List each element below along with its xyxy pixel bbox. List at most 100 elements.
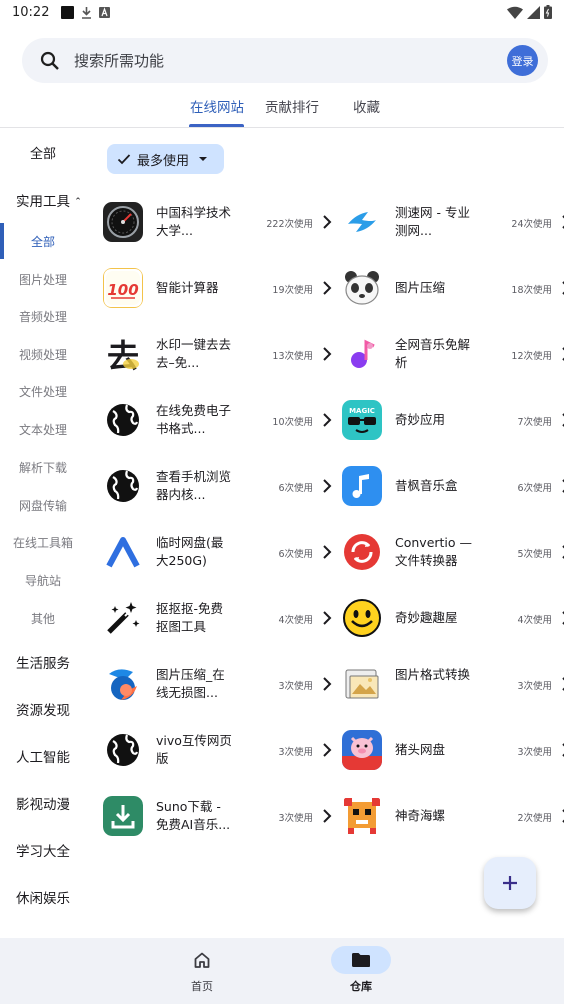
chevron-right-icon: [560, 544, 564, 560]
list-item[interactable]: vivo互传网页版 3次使用: [103, 720, 333, 780]
folder-icon: [352, 953, 370, 967]
sidebar-sub-image[interactable]: 图片处理: [0, 271, 86, 288]
watermark-icon: 去: [103, 334, 143, 374]
list-item[interactable]: 抠抠抠-免费抠图工具 4次使用: [103, 588, 333, 648]
item-name: 测速网 - 专业测网...: [395, 205, 470, 238]
item-usage-count: 3次使用: [278, 747, 313, 758]
font-status-icon: [99, 6, 111, 18]
item-usage-count: 3次使用: [278, 681, 313, 692]
search-bar[interactable]: 搜索所需功能 登录: [22, 38, 548, 83]
item-usage-count: 5次使用: [517, 549, 552, 560]
chevron-up-icon: ⌃: [74, 197, 82, 207]
list-item[interactable]: 图片压缩 18次使用: [342, 258, 564, 318]
search-input[interactable]: 搜索所需功能: [74, 50, 507, 71]
sidebar-sub-navigation[interactable]: 导航站: [0, 572, 86, 589]
tab-online-sites[interactable]: 在线网站: [190, 96, 244, 116]
item-usage-count: 4次使用: [517, 615, 552, 626]
item-usage-count: 3次使用: [517, 747, 552, 758]
item-name: 全网音乐免解析: [395, 337, 471, 370]
sidebar-sub-other[interactable]: 其他: [0, 610, 86, 627]
sidebar-sub-parse-download[interactable]: 解析下载: [0, 459, 86, 476]
chevron-right-icon: [560, 742, 564, 758]
plus-icon: [503, 876, 517, 890]
tab-favorites[interactable]: 收藏: [353, 96, 380, 116]
item-usage-count: 6次使用: [278, 549, 313, 560]
svg-text:100: 100: [107, 281, 138, 299]
chevron-right-icon: [560, 346, 564, 362]
list-item[interactable]: 昔枫音乐盒 6次使用: [342, 456, 564, 516]
list-item[interactable]: 100 智能计算器 19次使用: [103, 258, 333, 318]
item-name: 抠抠抠-免费抠图工具: [156, 601, 224, 634]
sidebar-sub-online-toolbox[interactable]: 在线工具箱: [0, 534, 86, 551]
chevron-right-icon: [560, 412, 564, 428]
list-item[interactable]: 奇妙趣趣屋 4次使用: [342, 588, 564, 648]
svg-text:MAGIC: MAGIC: [349, 407, 375, 415]
list-item[interactable]: 中国科学技术大学... 222次使用: [103, 192, 333, 252]
list-item[interactable]: 神奇海螺 2次使用: [342, 786, 564, 846]
item-name: 中国科学技术大学...: [156, 205, 232, 238]
nav-home[interactable]: 首页: [162, 946, 242, 994]
list-item[interactable]: 临时网盘(最大250G) 6次使用: [103, 522, 333, 582]
bottom-navigation: 首页 仓库: [0, 938, 564, 1004]
status-bar: 10:22: [0, 0, 564, 24]
status-time: 10:22: [12, 4, 50, 20]
sidebar-category-tools[interactable]: 实用工具 ⌃: [0, 190, 86, 210]
sidebar-sub-video[interactable]: 视频处理: [0, 346, 86, 363]
chevron-right-icon: [321, 544, 333, 560]
home-icon: [194, 952, 210, 968]
music-box-icon: [342, 466, 382, 506]
sidebar-category-video[interactable]: 影视动漫: [0, 793, 86, 813]
sidebar-category-resources[interactable]: 资源发现: [0, 699, 86, 719]
sidebar-sub-audio[interactable]: 音频处理: [0, 308, 86, 325]
item-usage-count: 12次使用: [511, 351, 552, 362]
list-item[interactable]: 猪头网盘 3次使用: [342, 720, 564, 780]
list-item[interactable]: 图片压缩_在线无损图... 3次使用: [103, 654, 333, 714]
item-usage-count: 10次使用: [272, 417, 313, 428]
nav-home-label: 首页: [191, 980, 213, 993]
list-item[interactable]: MAGIC 奇妙应用 7次使用: [342, 390, 564, 450]
sort-filter-chip[interactable]: 最多使用: [107, 144, 224, 174]
sidebar-sub-cloud-transfer[interactable]: 网盘传输: [0, 497, 86, 514]
search-icon: [40, 51, 59, 70]
list-item[interactable]: 在线免费电子书格式... 10次使用: [103, 390, 333, 450]
item-name: 昔枫音乐盒: [395, 478, 458, 493]
pixel-creature-icon: [342, 796, 382, 836]
sidebar-sub-file[interactable]: 文件处理: [0, 383, 86, 400]
sidebar-category-study[interactable]: 学习大全: [0, 840, 86, 860]
photo-icon: [342, 664, 382, 704]
login-button[interactable]: 登录: [507, 45, 538, 76]
list-item[interactable]: 全网音乐免解析 12次使用: [342, 324, 564, 384]
chevron-right-icon: [321, 808, 333, 824]
nav-repository[interactable]: 仓库: [321, 946, 401, 994]
check-icon: [117, 154, 131, 165]
sidebar-item-all[interactable]: 全部: [0, 143, 86, 162]
sidebar-category-life[interactable]: 生活服务: [0, 652, 86, 672]
list-item[interactable]: 查看手机浏览器内核... 6次使用: [103, 456, 333, 516]
globe-icon: [103, 400, 143, 440]
add-fab-button[interactable]: [484, 857, 536, 909]
list-item[interactable]: 去水印一键去去去–免... 13次使用: [103, 324, 333, 384]
list-item[interactable]: Convertio — 文件转换器 5次使用: [342, 522, 564, 582]
filter-label: 最多使用: [137, 153, 190, 169]
item-usage-count: 6次使用: [517, 483, 552, 494]
category-sidebar: 全部 实用工具 ⌃ 全部 图片处理 音频处理 视频处理 文件处理 文本处理 解析…: [0, 129, 86, 938]
tab-contribution-ranking[interactable]: 贡献排行: [265, 96, 319, 116]
panda-icon: [342, 268, 382, 308]
nav-repository-label: 仓库: [350, 980, 372, 993]
sidebar-sub-all[interactable]: 全部: [0, 233, 86, 250]
item-usage-count: 7次使用: [517, 417, 552, 428]
sidebar-category-leisure[interactable]: 休闲娱乐: [0, 887, 86, 907]
chevron-right-icon: [321, 412, 333, 428]
chevron-up-logo-icon: [103, 532, 143, 572]
list-item[interactable]: 测速网 - 专业测网... 24次使用: [342, 192, 564, 252]
speedometer-icon: [103, 202, 143, 242]
wifi-icon: [507, 6, 523, 19]
globe-icon: [103, 730, 143, 770]
sidebar-sub-text[interactable]: 文本处理: [0, 421, 86, 438]
list-item[interactable]: Suno下载 - 免费AI音乐... 3次使用: [103, 786, 333, 846]
list-item[interactable]: 图片格式转换 3次使用: [342, 654, 564, 714]
sidebar-category-ai[interactable]: 人工智能: [0, 746, 86, 766]
chevron-right-icon: [321, 676, 333, 692]
item-name: 临时网盘(最大250G): [156, 535, 224, 568]
item-name: 查看手机浏览器内核...: [156, 469, 232, 502]
